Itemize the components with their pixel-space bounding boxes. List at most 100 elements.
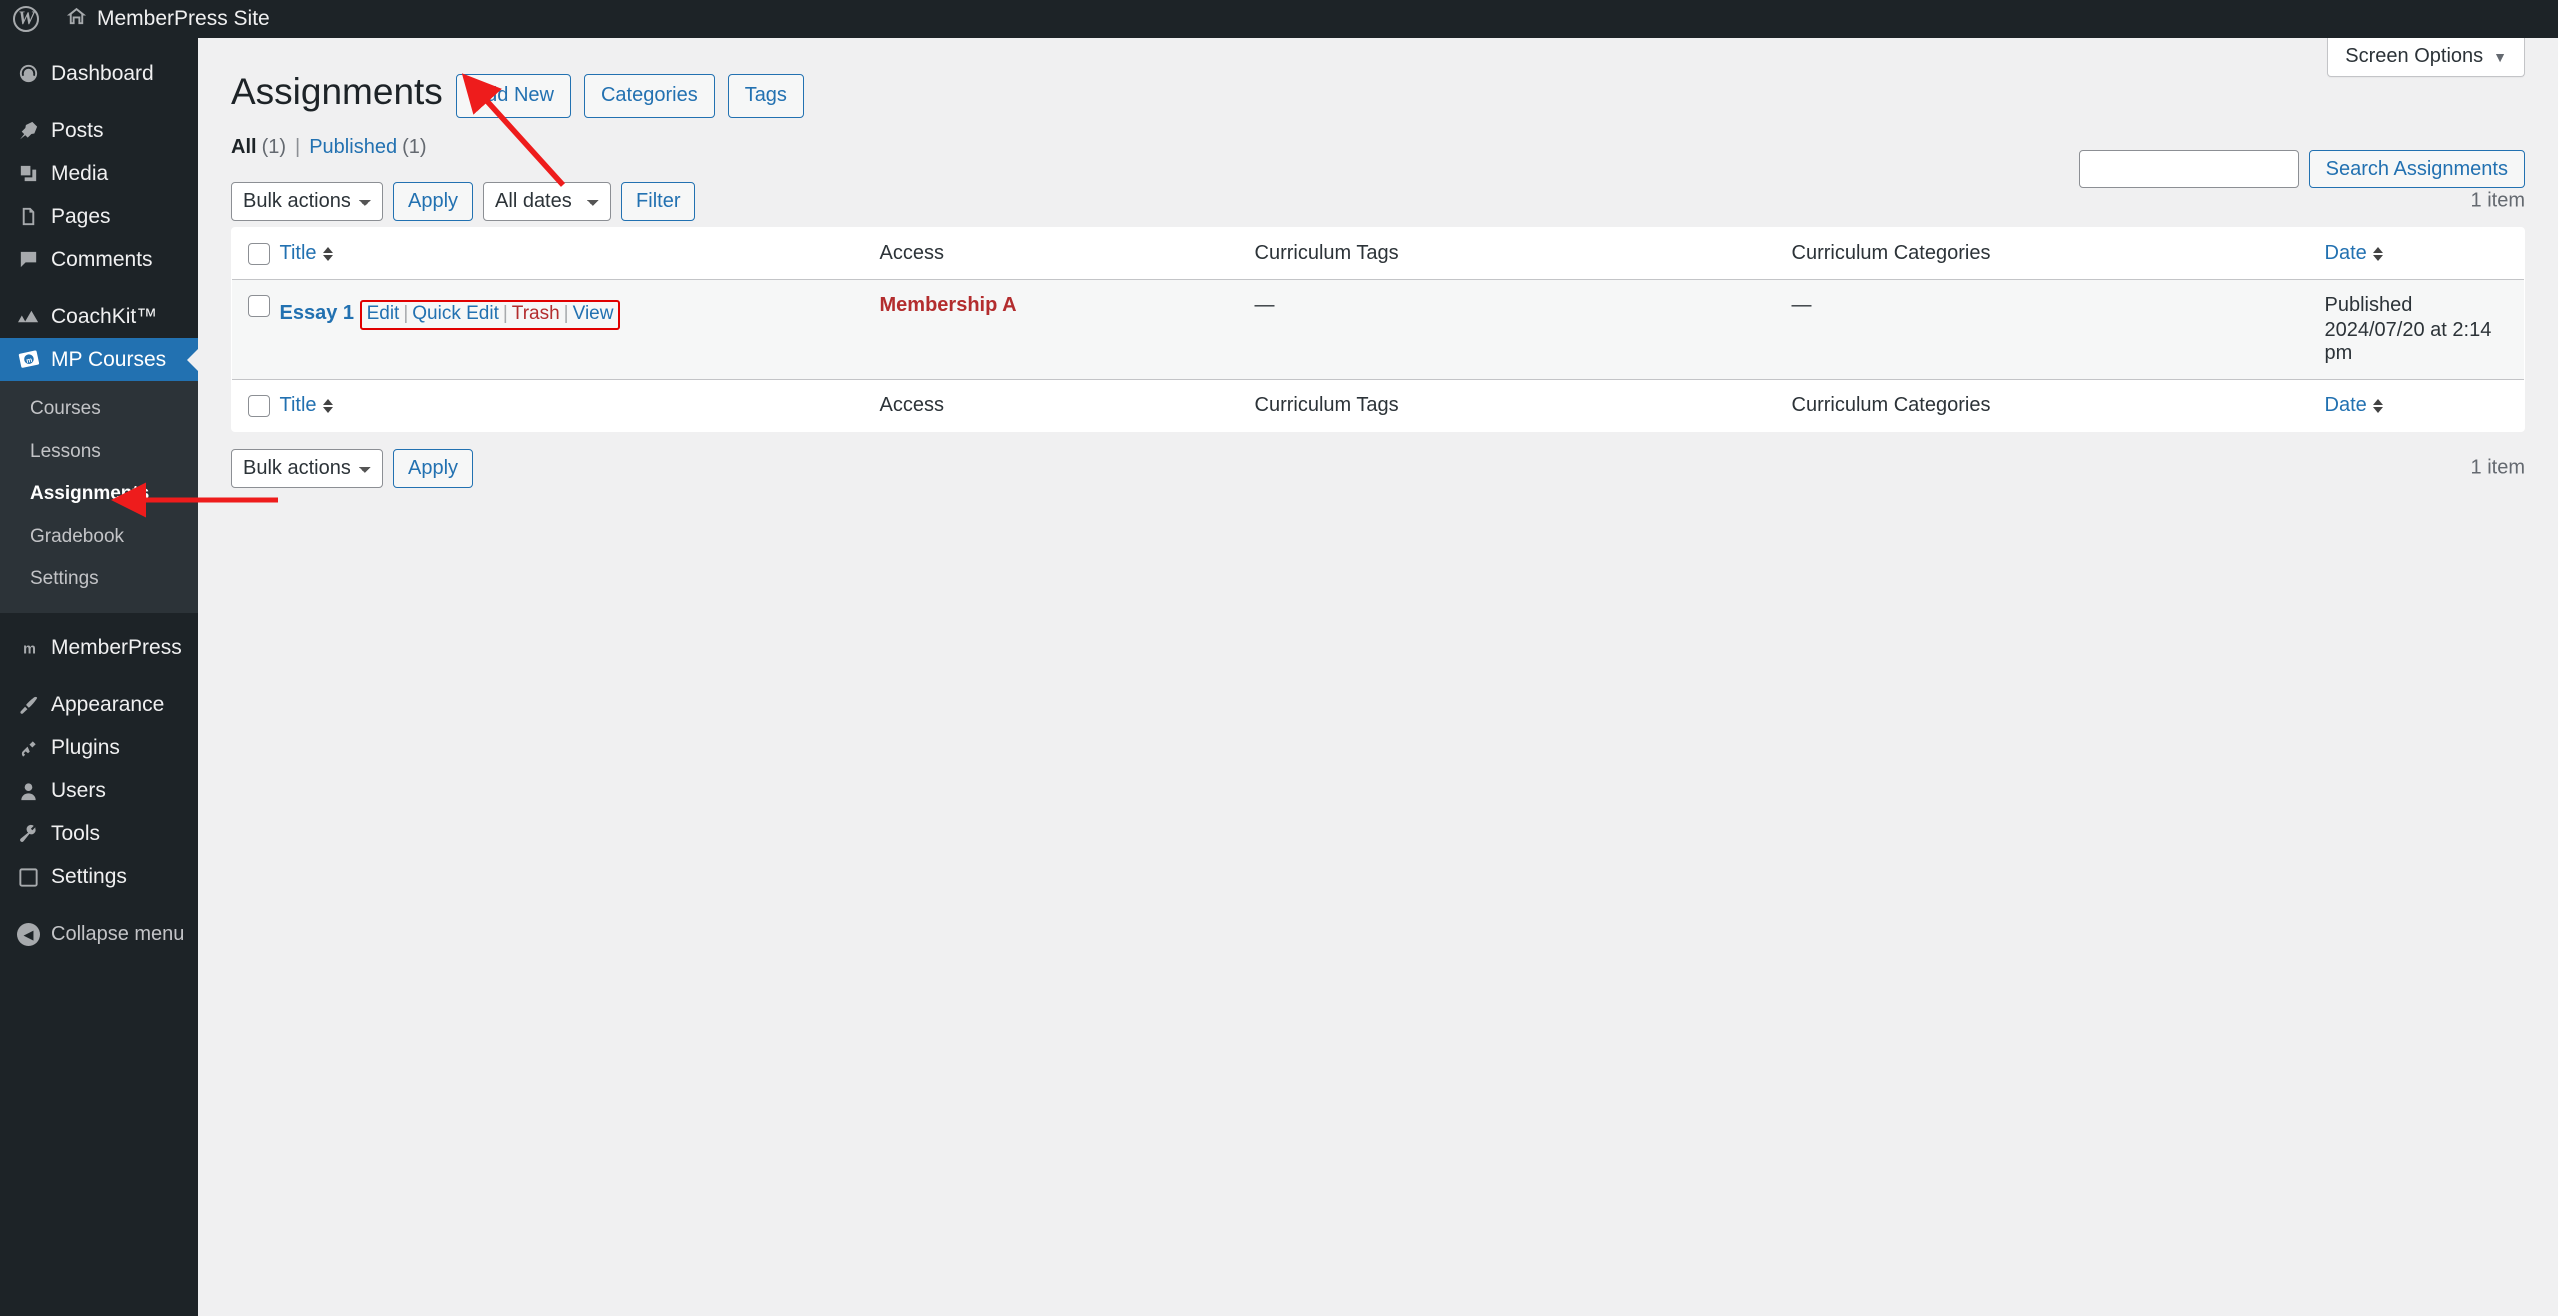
apply-button-top[interactable]: Apply	[393, 181, 474, 221]
sidebar-item-label: Posts	[51, 118, 104, 142]
sidebar-item-posts[interactable]: Posts	[0, 109, 198, 152]
column-header-access: Access	[879, 228, 1255, 281]
row-access-cell: Membership A	[879, 279, 1255, 381]
sort-title-link-bottom[interactable]: Title	[280, 394, 333, 417]
row-action-quick-edit[interactable]: Quick Edit	[412, 303, 499, 324]
sidebar-item-plugins[interactable]: Plugins	[0, 727, 198, 770]
sidebar-item-label: MemberPress	[51, 636, 182, 659]
bulk-actions-top: Bulk actions Edit Move to Trash Apply Al…	[231, 181, 696, 221]
sidebar-item-assignments[interactable]: Assignments	[0, 473, 198, 516]
row-checkbox[interactable]	[248, 294, 270, 317]
comment-icon	[17, 248, 51, 271]
column-footer-title: Title	[279, 379, 880, 432]
tags-button[interactable]: Tags	[727, 73, 804, 118]
page-wrap: Assignments Add New Categories Tags All …	[198, 38, 2558, 494]
row-action-separator: |	[403, 303, 409, 325]
pages-icon	[17, 205, 51, 228]
column-footer-access: Access	[879, 379, 1255, 432]
memberpress-icon: m	[17, 637, 51, 660]
collapse-arrow-icon: ◀	[17, 922, 51, 946]
column-label: Title	[279, 394, 317, 417]
sidebar-item-media[interactable]: Media	[0, 152, 198, 195]
screen-meta-links: Screen Options ▼	[2327, 38, 2525, 77]
sidebar-item-tools[interactable]: Tools	[0, 813, 198, 856]
column-footer-date: Date	[2324, 379, 2524, 432]
chevron-down-icon: ▼	[2493, 48, 2507, 65]
assignments-table: Title Access Curriculum Tags Curriculum …	[231, 227, 2525, 433]
row-title-link[interactable]: Essay 1	[280, 302, 355, 325]
sidebar-item-comments[interactable]: Comments	[0, 238, 198, 281]
column-header-date: Date	[2324, 228, 2524, 281]
sort-title-link-top[interactable]: Title	[280, 242, 333, 265]
status-separator: |	[295, 136, 301, 159]
row-action-trash[interactable]: Trash	[512, 303, 560, 324]
wp-logo-menu[interactable]: W	[0, 0, 52, 38]
table-footer-row: Title Access Curriculum Tags Curriculum …	[232, 379, 2524, 432]
status-link-published[interactable]: Published	[309, 136, 397, 159]
site-name-menu[interactable]: MemberPress Site	[52, 0, 283, 38]
sidebar-item-label: Media	[51, 161, 109, 185]
date-filter-select[interactable]: All dates July 2024	[483, 181, 612, 221]
select-all-checkbox-bottom[interactable]	[248, 394, 270, 417]
sidebar-item-label: Tools	[51, 822, 101, 845]
curriculum-categories-value: —	[1791, 294, 1812, 317]
sidebar-item-label: Plugins	[51, 736, 120, 759]
sidebar-item-mp-courses[interactable]: m MP Courses	[0, 338, 198, 381]
screen-options-label: Screen Options	[2345, 45, 2484, 67]
submenu-item-label: Lessons	[30, 440, 101, 462]
sidebar-item-settings[interactable]: Settings	[0, 558, 198, 601]
categories-button[interactable]: Categories	[583, 73, 715, 118]
sidebar-item-coachkit[interactable]: CoachKit™	[0, 295, 198, 338]
sort-date-link-bottom[interactable]: Date	[2325, 394, 2383, 417]
sort-date-link-top[interactable]: Date	[2325, 242, 2383, 265]
pin-icon	[17, 119, 51, 142]
select-all-checkbox-top[interactable]	[248, 242, 270, 265]
curriculum-tags-value: —	[1254, 294, 1275, 317]
status-link-all[interactable]: All	[231, 136, 257, 159]
submenu-item-label: Assignments	[30, 483, 150, 504]
mp-courses-icon: m	[17, 348, 51, 371]
apply-button-bottom[interactable]: Apply	[393, 448, 474, 488]
plug-icon	[17, 737, 51, 760]
settings-sliders-icon	[17, 866, 51, 889]
status-count-published: (1)	[402, 136, 427, 159]
sidebar-item-label: Users	[51, 779, 106, 802]
sidebar-item-courses[interactable]: Courses	[0, 388, 198, 431]
sidebar-item-label: Pages	[51, 204, 111, 228]
table-body: Essay 1 Edit | Quick Edit | Trash | View Membe…	[232, 279, 2524, 381]
sidebar-item-label: Dashboard	[51, 61, 154, 85]
column-label: Title	[279, 242, 317, 265]
sidebar-item-gradebook[interactable]: Gradebook	[0, 516, 198, 559]
collapse-menu-label: Collapse menu	[51, 922, 185, 945]
row-action-edit[interactable]: Edit	[367, 303, 400, 324]
add-new-button[interactable]: Add New	[455, 73, 571, 118]
sidebar-item-label: Appearance	[51, 693, 165, 716]
sidebar-item-dashboard[interactable]: Dashboard	[0, 52, 198, 95]
brush-icon	[17, 694, 51, 717]
filter-button[interactable]: Filter	[621, 181, 696, 221]
column-header-curriculum-tags: Curriculum Tags	[1254, 228, 1792, 281]
row-select-cell	[232, 279, 280, 381]
sidebar-item-settings[interactable]: Settings	[0, 856, 198, 899]
sidebar-item-pages[interactable]: Pages	[0, 195, 198, 238]
screen-options-button[interactable]: Screen Options ▼	[2327, 38, 2525, 77]
bulk-actions-select-bottom[interactable]: Bulk actions Edit Move to Trash	[231, 448, 383, 488]
sidebar-item-label: CoachKit™	[51, 304, 158, 328]
bulk-actions-select-top[interactable]: Bulk actions Edit Move to Trash	[231, 181, 383, 221]
sidebar-item-memberpress[interactable]: m MemberPress	[0, 627, 198, 670]
media-icon	[17, 162, 51, 185]
column-label: Date	[2324, 242, 2367, 265]
page-title-row: Assignments Add New Categories Tags	[231, 68, 2525, 123]
sidebar-item-appearance[interactable]: Appearance	[0, 684, 198, 727]
collapse-menu-button[interactable]: ◀ Collapse menu	[0, 913, 198, 956]
row-action-view[interactable]: View	[573, 303, 614, 324]
sort-indicator-icon	[2372, 246, 2383, 261]
tablenav-bottom: Bulk actions Edit Move to Trash Apply 1 …	[231, 442, 2525, 494]
sidebar-item-lessons[interactable]: Lessons	[0, 431, 198, 474]
dashboard-icon	[17, 62, 51, 85]
sidebar-item-users[interactable]: Users	[0, 770, 198, 813]
sidebar-item-label: MP Courses	[51, 347, 167, 371]
wordpress-logo-icon: W	[13, 6, 39, 32]
access-value: Membership A	[879, 294, 1017, 317]
admin-bar: W MemberPress Site	[0, 0, 2558, 38]
